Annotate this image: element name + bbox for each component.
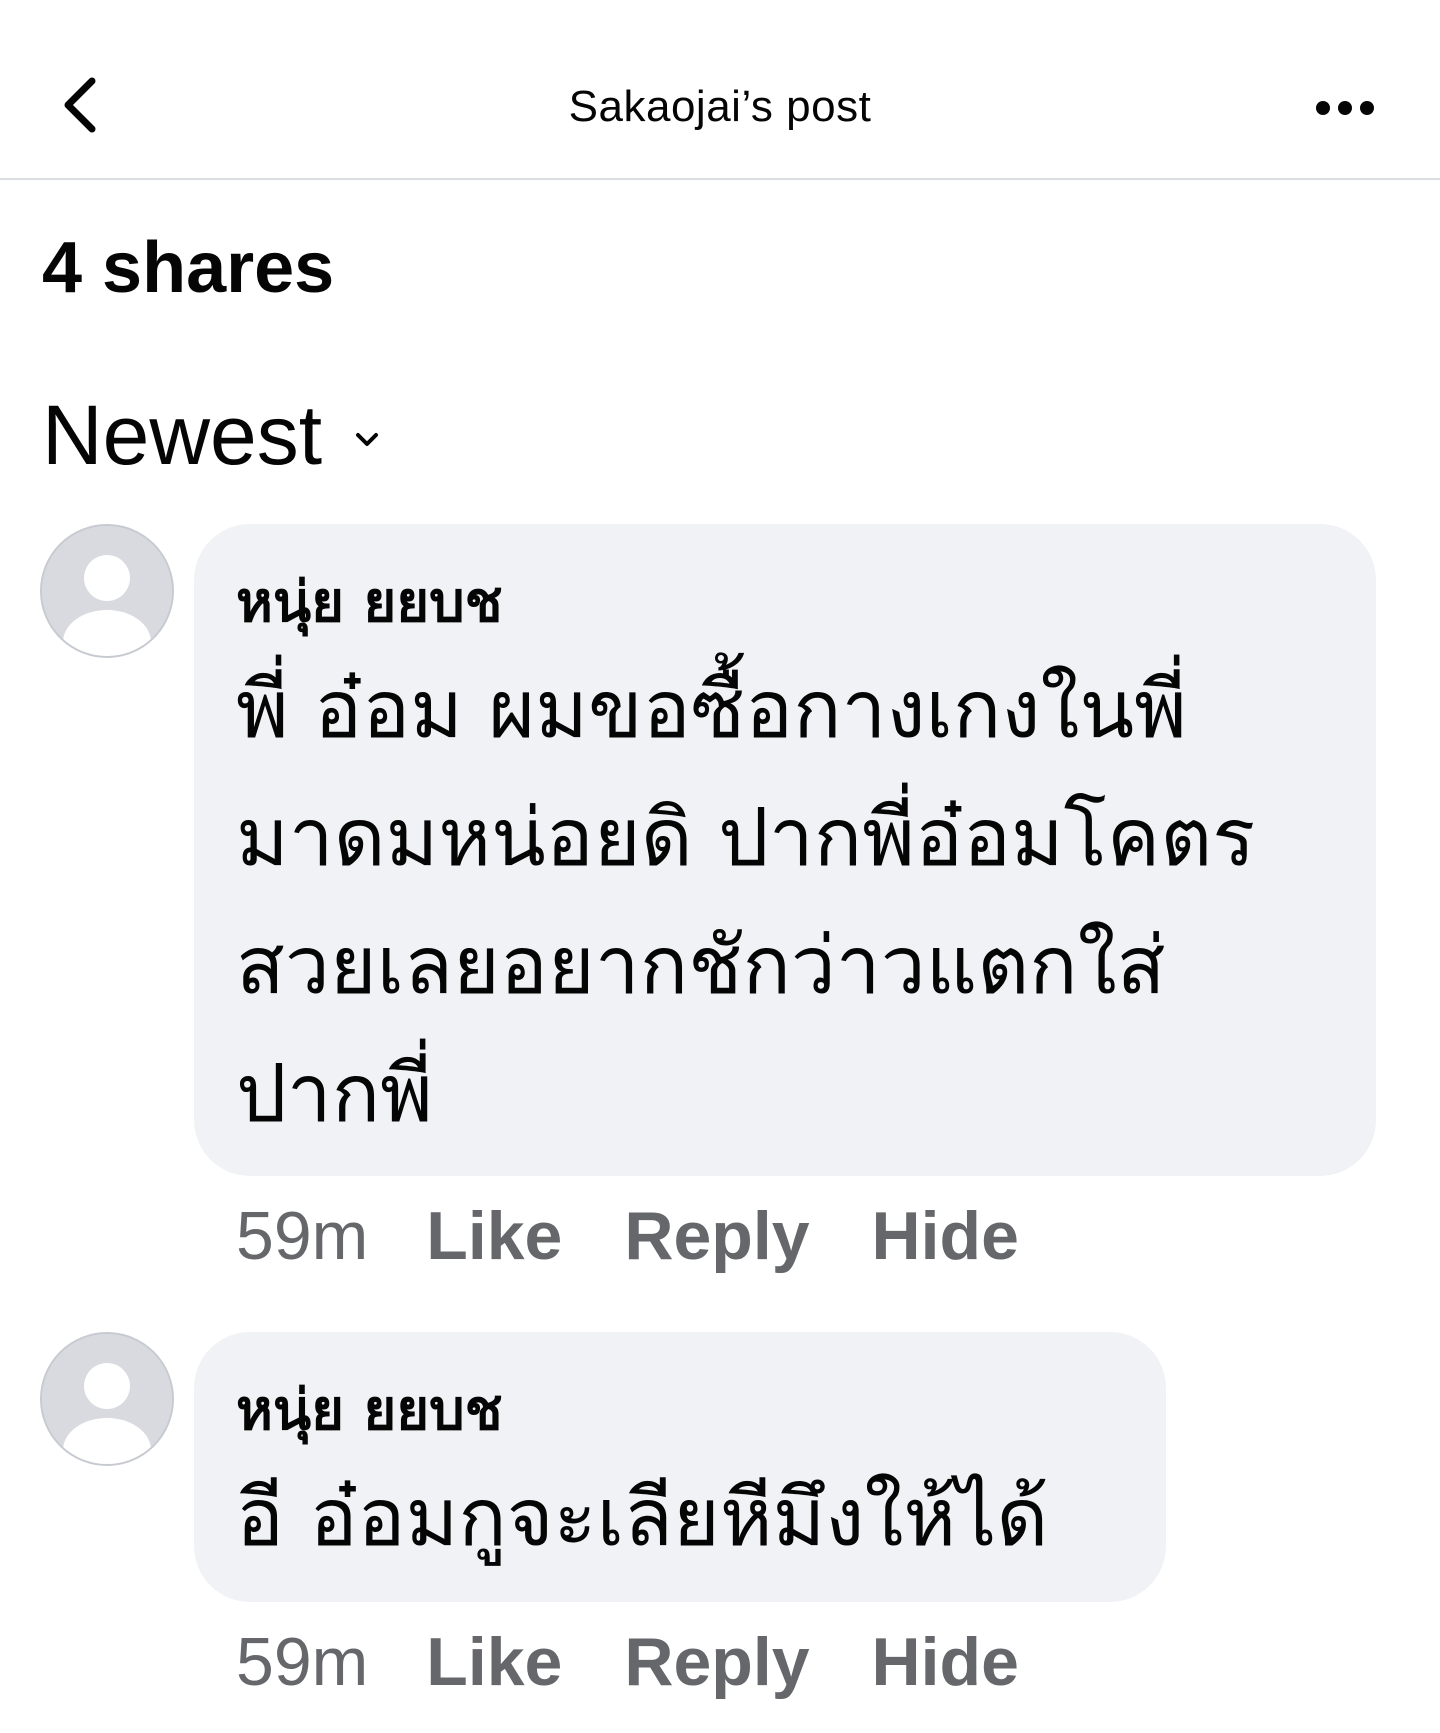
comment-bubble: หนุ่ย ยยบช อี อ๋อมกูจะเลียหีมึงให้ได้	[194, 1332, 1166, 1602]
sort-label: Newest	[42, 388, 323, 482]
comment-timestamp[interactable]: 59m	[236, 1622, 368, 1702]
comment-text: อี อ๋อมกูจะเลียหีมึงให้ได้	[236, 1454, 1124, 1582]
comment-text-line: พี่ อ๋อม ผมขอซื้อกางเกงในพี่	[236, 663, 1187, 756]
like-button[interactable]: Like	[426, 1622, 562, 1702]
comment-text-line: ปากพี่	[236, 1047, 433, 1140]
avatar[interactable]	[40, 1332, 174, 1466]
hide-button[interactable]: Hide	[872, 1622, 1019, 1702]
reply-button[interactable]: Reply	[624, 1196, 809, 1276]
comment-text-line: มาดมหน่อยดิ ปากพี่อ๋อมโคตร	[236, 791, 1256, 884]
page-title: Sakaojai’s post	[568, 82, 872, 131]
more-options-button[interactable]	[1300, 90, 1390, 126]
more-horizontal-icon	[1316, 101, 1374, 115]
comment-actions: 59m Like Reply Hide	[236, 1622, 1081, 1702]
post-shares-screen: Sakaojai’s post 4 shares Newest หนุ่ย ยย…	[0, 0, 1440, 1733]
comment-actions: 59m Like Reply Hide	[236, 1196, 1081, 1276]
default-avatar-icon	[42, 526, 172, 656]
shares-count: 4 shares	[42, 228, 335, 308]
comment-author[interactable]: หนุ่ย ยยบช	[236, 1374, 1124, 1448]
comment-text-line: สวยเลยอยากชักว่าวแตกใส่	[236, 919, 1166, 1012]
chevron-down-icon	[356, 433, 379, 446]
comment-timestamp[interactable]: 59m	[236, 1196, 368, 1276]
avatar[interactable]	[40, 524, 174, 658]
hide-button[interactable]: Hide	[872, 1196, 1019, 1276]
comment-author[interactable]: หนุ่ย ยยบช	[236, 566, 1334, 640]
comment-text: พี่ อ๋อม ผมขอซื้อกางเกงในพี่ มาดมหน่อยดิ…	[236, 646, 1334, 1158]
comment-bubble: หนุ่ย ยยบช พี่ อ๋อม ผมขอซื้อกางเกงในพี่ …	[194, 524, 1376, 1176]
top-navigation-bar: Sakaojai’s post	[0, 0, 1440, 180]
comment-text-line: อี อ๋อมกูจะเลียหีมึงให้ได้	[236, 1471, 1049, 1564]
sort-dropdown[interactable]: Newest	[42, 390, 384, 480]
reply-button[interactable]: Reply	[624, 1622, 809, 1702]
default-avatar-icon	[42, 1334, 172, 1464]
like-button[interactable]: Like	[426, 1196, 562, 1276]
